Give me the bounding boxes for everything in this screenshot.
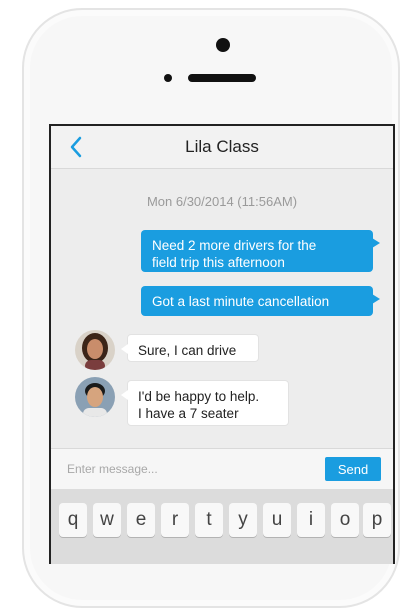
avatar[interactable] — [75, 377, 115, 417]
chat-screen: Lila Class Mon 6/30/2014 (11:56AM) Need … — [49, 124, 395, 564]
proximity-sensor-icon — [164, 74, 172, 82]
message-timestamp: Mon 6/30/2014 (11:56AM) — [146, 194, 298, 209]
message-text-line: I have a 7 seater — [138, 406, 239, 421]
outgoing-message-bubble[interactable]: Need 2 more drivers for the field trip t… — [141, 230, 380, 272]
woman-avatar-icon — [75, 330, 115, 370]
chevron-left-icon — [70, 136, 82, 158]
conversation-title: Lila Class — [185, 137, 259, 156]
key-u[interactable]: u — [263, 503, 291, 537]
key-t[interactable]: t — [195, 503, 223, 537]
message-input[interactable] — [65, 455, 309, 483]
message-composer: Send — [51, 448, 393, 490]
key-q[interactable]: q — [59, 503, 87, 537]
message-text-line: field trip this afternoon — [152, 255, 285, 270]
incoming-message-bubble[interactable]: I'd be happy to help. I have a 7 seater — [121, 380, 289, 426]
key-p[interactable]: p — [363, 503, 391, 537]
outgoing-message-bubble[interactable]: Got a last minute cancellation — [141, 286, 380, 316]
message-text-line: Sure, I can drive — [138, 343, 237, 358]
front-camera-icon — [216, 38, 230, 52]
key-o[interactable]: o — [331, 503, 359, 537]
send-button[interactable]: Send — [325, 457, 381, 481]
chat-header: Lila Class — [51, 126, 393, 169]
key-i[interactable]: i — [297, 503, 325, 537]
incoming-message-bubble[interactable]: Sure, I can drive — [121, 334, 259, 362]
key-y[interactable]: y — [229, 503, 257, 537]
avatar[interactable] — [75, 330, 115, 370]
message-text-line: Got a last minute cancellation — [152, 294, 330, 309]
message-text-line: I'd be happy to help. — [138, 389, 260, 404]
message-text-line: Need 2 more drivers for the — [152, 238, 317, 253]
key-r[interactable]: r — [161, 503, 189, 537]
back-button[interactable] — [63, 134, 89, 160]
key-w[interactable]: w — [93, 503, 121, 537]
key-e[interactable]: e — [127, 503, 155, 537]
earpiece-speaker-icon — [188, 74, 256, 82]
man-avatar-icon — [75, 377, 115, 417]
